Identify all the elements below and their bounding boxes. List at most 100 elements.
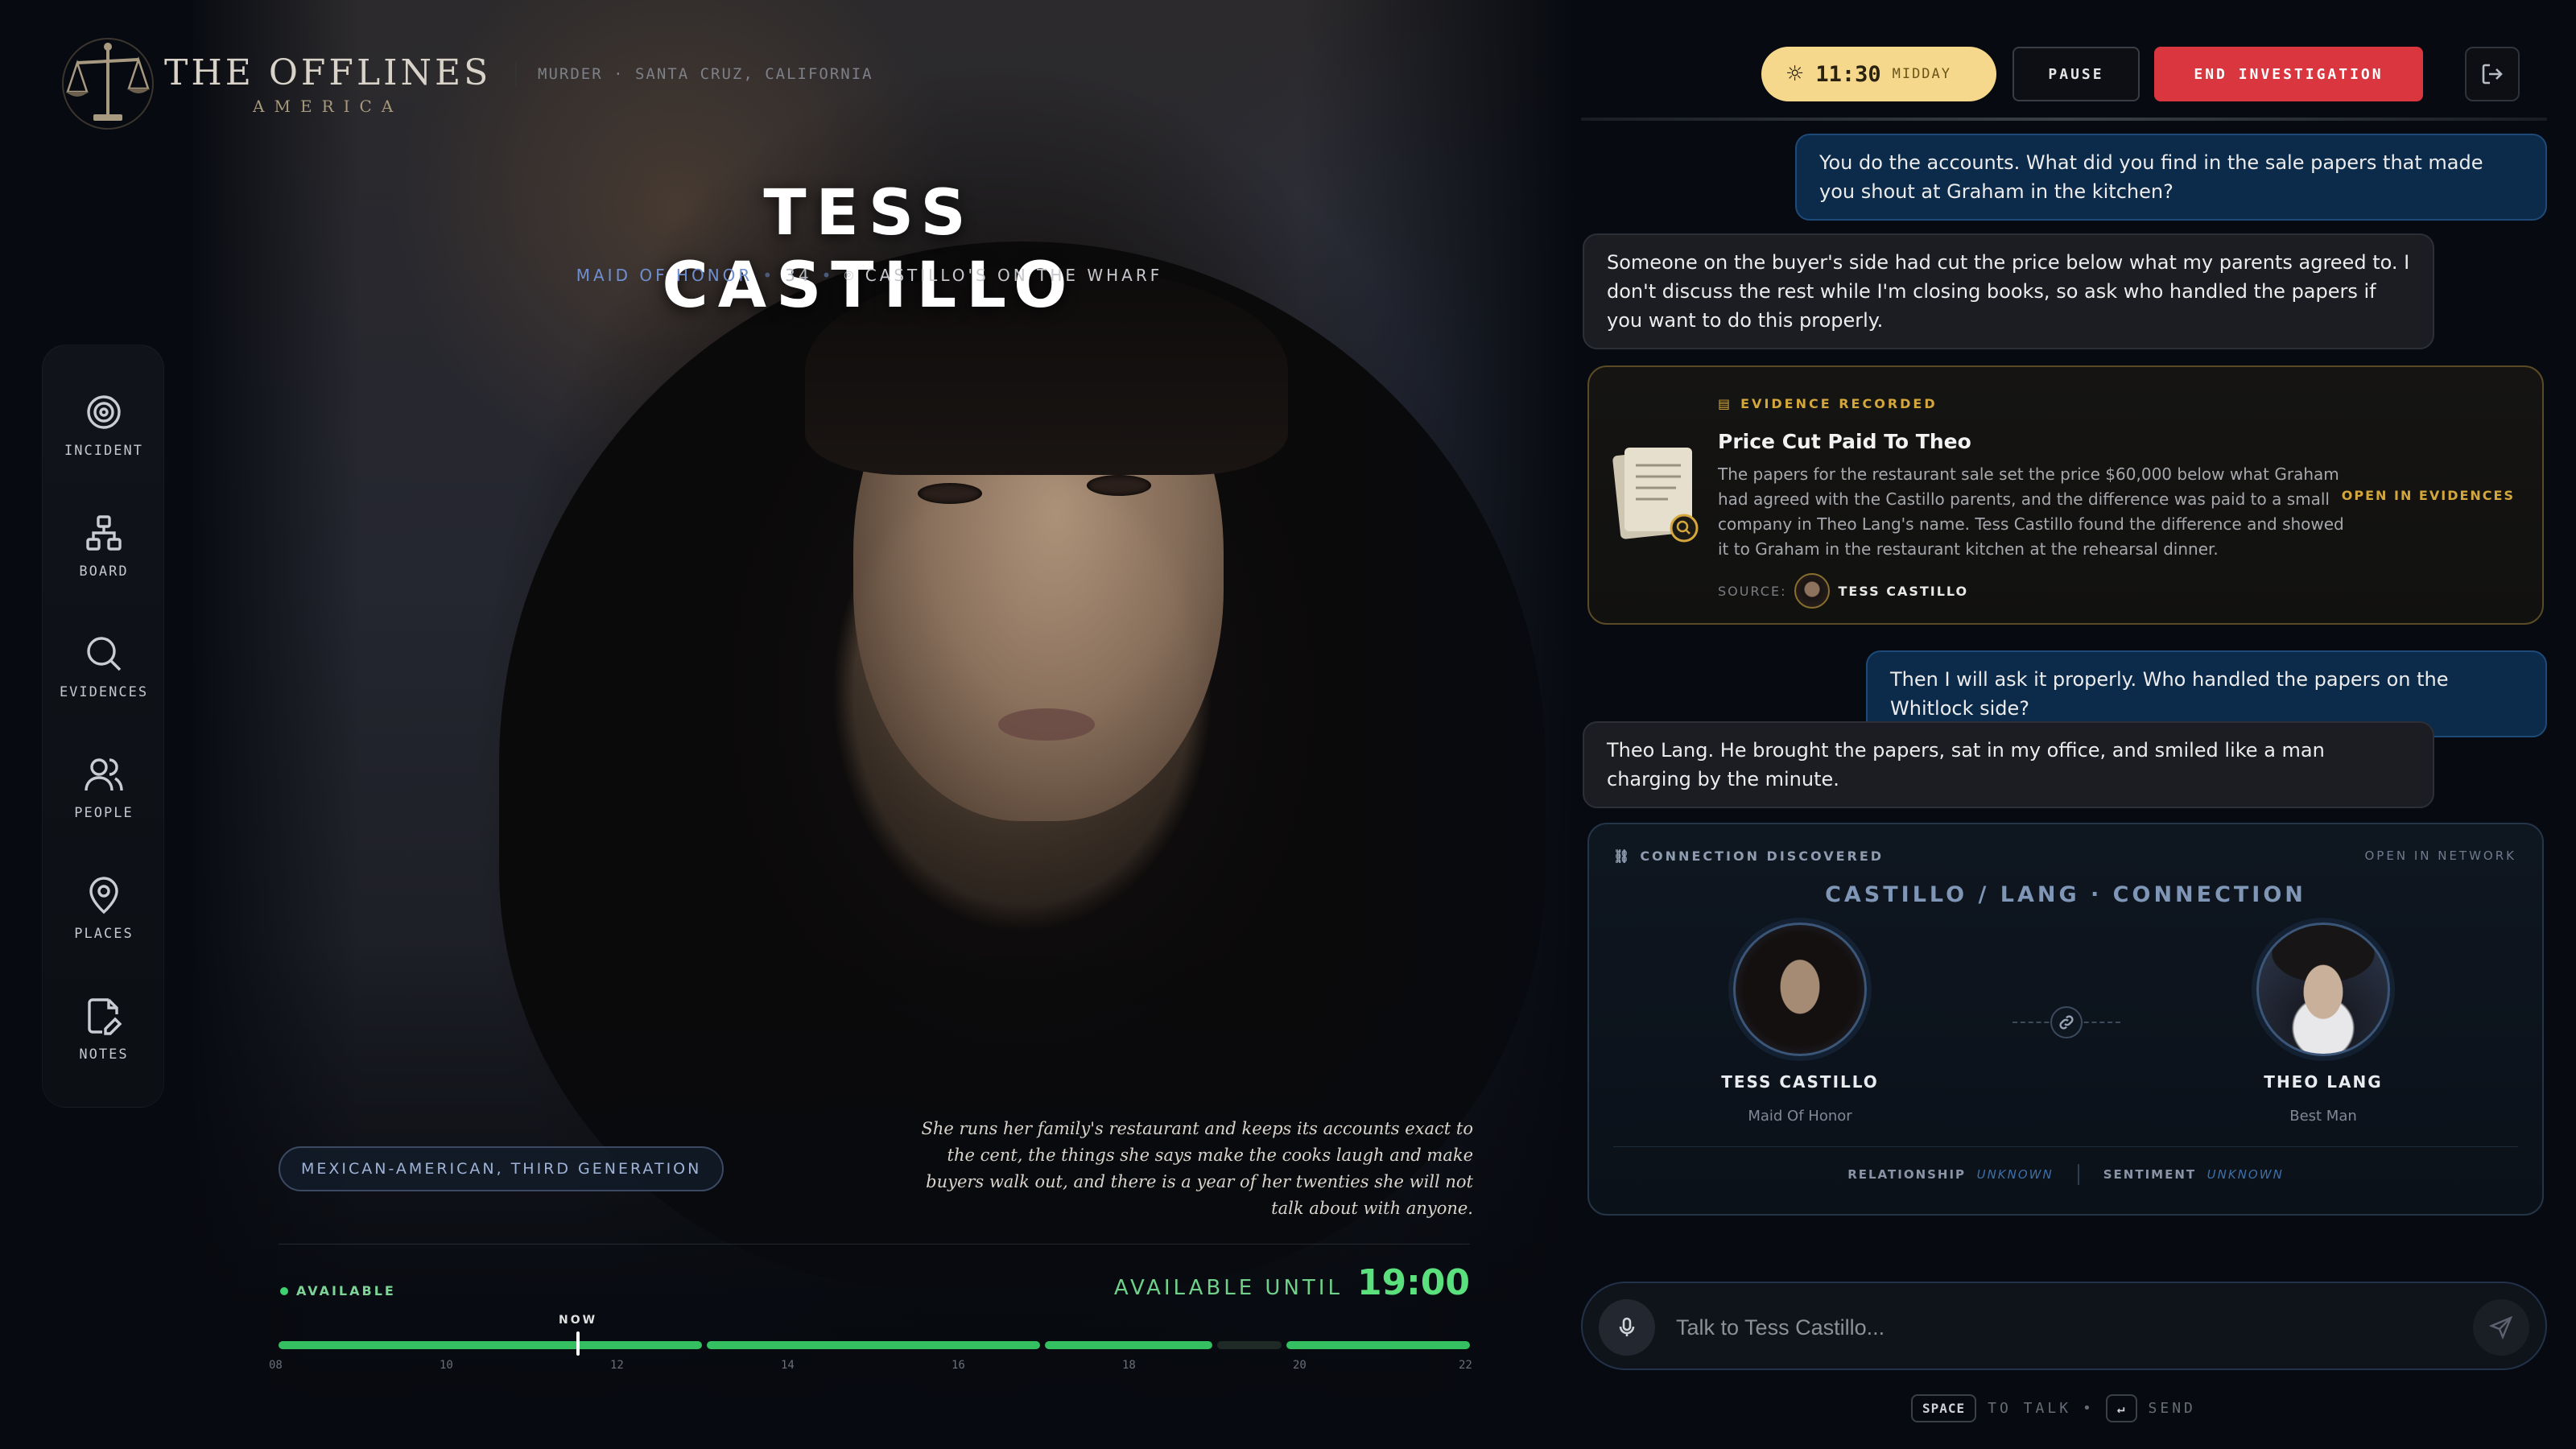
connection-title: CASTILLO / LANG · CONNECTION [1825, 882, 2306, 907]
availability-timeline [279, 1341, 1470, 1349]
file-icon: ▤ [1718, 396, 1733, 411]
app-logo: THE OFFLINES AMERICA [60, 35, 491, 132]
timeline-now-marker [576, 1331, 580, 1356]
availability-status-label: AVAILABLE [296, 1283, 396, 1298]
sidebar-item-label: EVIDENCES [59, 684, 149, 700]
evidence-source-label: SOURCE: [1718, 583, 1787, 599]
connection-person-name: TESS CASTILLO [1721, 1072, 1879, 1092]
end-investigation-button[interactable]: END INVESTIGATION [2154, 47, 2423, 101]
connection-person-name: THEO LANG [2264, 1072, 2383, 1092]
sun-icon: ☼ [1785, 62, 1805, 86]
sidebar-item-people[interactable]: PEOPLE [43, 740, 165, 836]
timeline-tick: 12 [610, 1359, 624, 1372]
sidebar-item-label: BOARD [79, 564, 129, 580]
timeline-segment-available [279, 1341, 702, 1349]
note-pen-icon [88, 998, 122, 1035]
heritage-badge: MEXICAN-AMERICAN, THIRD GENERATION [279, 1146, 724, 1191]
avatar [1794, 573, 1831, 609]
npc-message: Theo Lang. He brought the papers, sat in… [1583, 721, 2434, 808]
npc-message: Someone on the buyer's side had cut the … [1583, 233, 2434, 349]
sentiment-label: SENTIMENT [2103, 1167, 2197, 1182]
available-until-time: 19:00 [1356, 1262, 1470, 1303]
connection-person-left[interactable]: TESS CASTILLO Maid Of Honor [1687, 923, 1913, 1125]
clock-time: 11:30 [1815, 61, 1881, 87]
send-icon [2489, 1315, 2513, 1340]
sidebar-item-label: PEOPLE [74, 805, 134, 821]
sidebar-nav: INCIDENT BOARD EVIDENCES PEOPLE PLACES N… [42, 345, 164, 1108]
sidebar-item-places[interactable]: PLACES [43, 861, 165, 957]
microphone-icon [1619, 1317, 1635, 1336]
portrait-eye-left [918, 483, 982, 504]
connection-header-label: CONNECTION DISCOVERED [1640, 848, 1885, 864]
evidence-header-label: EVIDENCE RECORDED [1740, 396, 1938, 411]
relationship-label: RELATIONSHIP [1847, 1167, 1967, 1182]
connection-person-role: Best Man [2289, 1108, 2357, 1125]
timeline-tick: 08 [269, 1359, 283, 1372]
link-icon [2050, 1006, 2083, 1038]
sidebar-item-label: NOTES [79, 1046, 129, 1063]
input-hints: SPACE TO TALK • ↵ SEND [1911, 1394, 2196, 1422]
portrait-face [853, 306, 1224, 821]
connection-header: ⛓ CONNECTION DISCOVERED [1613, 848, 1884, 864]
timeline-segment-unavailable [1217, 1341, 1282, 1349]
user-message: You do the accounts. What did you find i… [1795, 134, 2547, 221]
case-breadcrumb: MURDER · SANTA CRUZ, CALIFORNIA [515, 61, 873, 87]
evidence-source-name: TESS CASTILLO [1838, 583, 1969, 599]
evidence-description: The papers for the restaurant sale set t… [1718, 464, 2344, 559]
mic-button[interactable] [1599, 1299, 1655, 1356]
sidebar-item-notes[interactable]: NOTES [43, 981, 165, 1078]
app-subtitle: AMERICA [253, 96, 403, 116]
timeline-tick: 16 [952, 1359, 965, 1372]
status-dot-icon [280, 1286, 288, 1295]
chat-input[interactable] [1676, 1304, 2401, 1351]
character-age: 34 [785, 266, 812, 285]
target-icon [87, 395, 121, 429]
sidebar-item-evidences[interactable]: EVIDENCES [43, 619, 165, 716]
avatar [2256, 923, 2390, 1056]
connection-footer: RELATIONSHIP UNKNOWN SENTIMENT UNKNOWN [1589, 1164, 2542, 1185]
exit-button[interactable] [2465, 47, 2520, 101]
clock-period: MIDDAY [1892, 66, 1952, 82]
character-role: MAID OF HONOR [576, 266, 753, 285]
sidebar-item-label: PLACES [74, 926, 134, 942]
timeline-tick: 14 [781, 1359, 795, 1372]
connection-card: ⛓ CONNECTION DISCOVERED OPEN IN NETWORK … [1587, 823, 2544, 1216]
relationship-value: UNKNOWN [1976, 1167, 2054, 1182]
available-until: AVAILABLE UNTIL 19:00 [1114, 1262, 1470, 1303]
sidebar-item-label: INCIDENT [64, 443, 143, 459]
game-clock: ☼ 11:30 MIDDAY [1761, 47, 1996, 101]
timeline-now-label: NOW [559, 1314, 598, 1327]
divider [2077, 1164, 2079, 1185]
logout-icon [2482, 64, 2503, 85]
timeline-segment-available [707, 1341, 1040, 1349]
enter-key-hint: ↵ [2105, 1394, 2137, 1422]
evidence-header: ▤ EVIDENCE RECORDED [1718, 396, 1938, 411]
open-in-evidences-link[interactable]: OPEN IN EVIDENCES [2342, 488, 2515, 503]
timeline-segment-available [1286, 1341, 1470, 1349]
send-button[interactable] [2473, 1299, 2529, 1356]
scales-logo-icon [62, 38, 154, 130]
chat-input-bar [1581, 1282, 2547, 1370]
timeline-tick: 22 [1459, 1359, 1472, 1372]
link-icon: ⛓ [1613, 848, 1633, 864]
open-in-network-link[interactable]: OPEN IN NETWORK [2365, 848, 2517, 863]
sidebar-item-board[interactable]: BOARD [43, 498, 165, 595]
space-key-hint: SPACE [1911, 1394, 1977, 1422]
divider [1581, 118, 2547, 121]
evidence-card: ▤ EVIDENCE RECORDED Price Cut Paid To Th… [1587, 365, 2544, 625]
talk-hint: TO TALK [1988, 1400, 2072, 1417]
people-icon [85, 758, 123, 791]
location-pin-icon: ⌾ [844, 266, 865, 285]
portrait-lips [998, 708, 1095, 741]
org-chart-icon [86, 515, 122, 551]
divider [279, 1244, 1470, 1245]
sidebar-item-incident[interactable]: INCIDENT [43, 378, 165, 474]
pause-button[interactable]: PAUSE [2013, 47, 2140, 101]
sentiment-value: UNKNOWN [2207, 1167, 2284, 1182]
connection-person-role: Maid Of Honor [1748, 1108, 1852, 1125]
availability-status: AVAILABLE [280, 1283, 396, 1298]
document-icon [1612, 448, 1699, 543]
separator-dot: • [762, 266, 776, 285]
send-hint: SEND [2148, 1400, 2196, 1417]
connection-person-right[interactable]: THEO LANG Best Man [2211, 923, 2436, 1125]
